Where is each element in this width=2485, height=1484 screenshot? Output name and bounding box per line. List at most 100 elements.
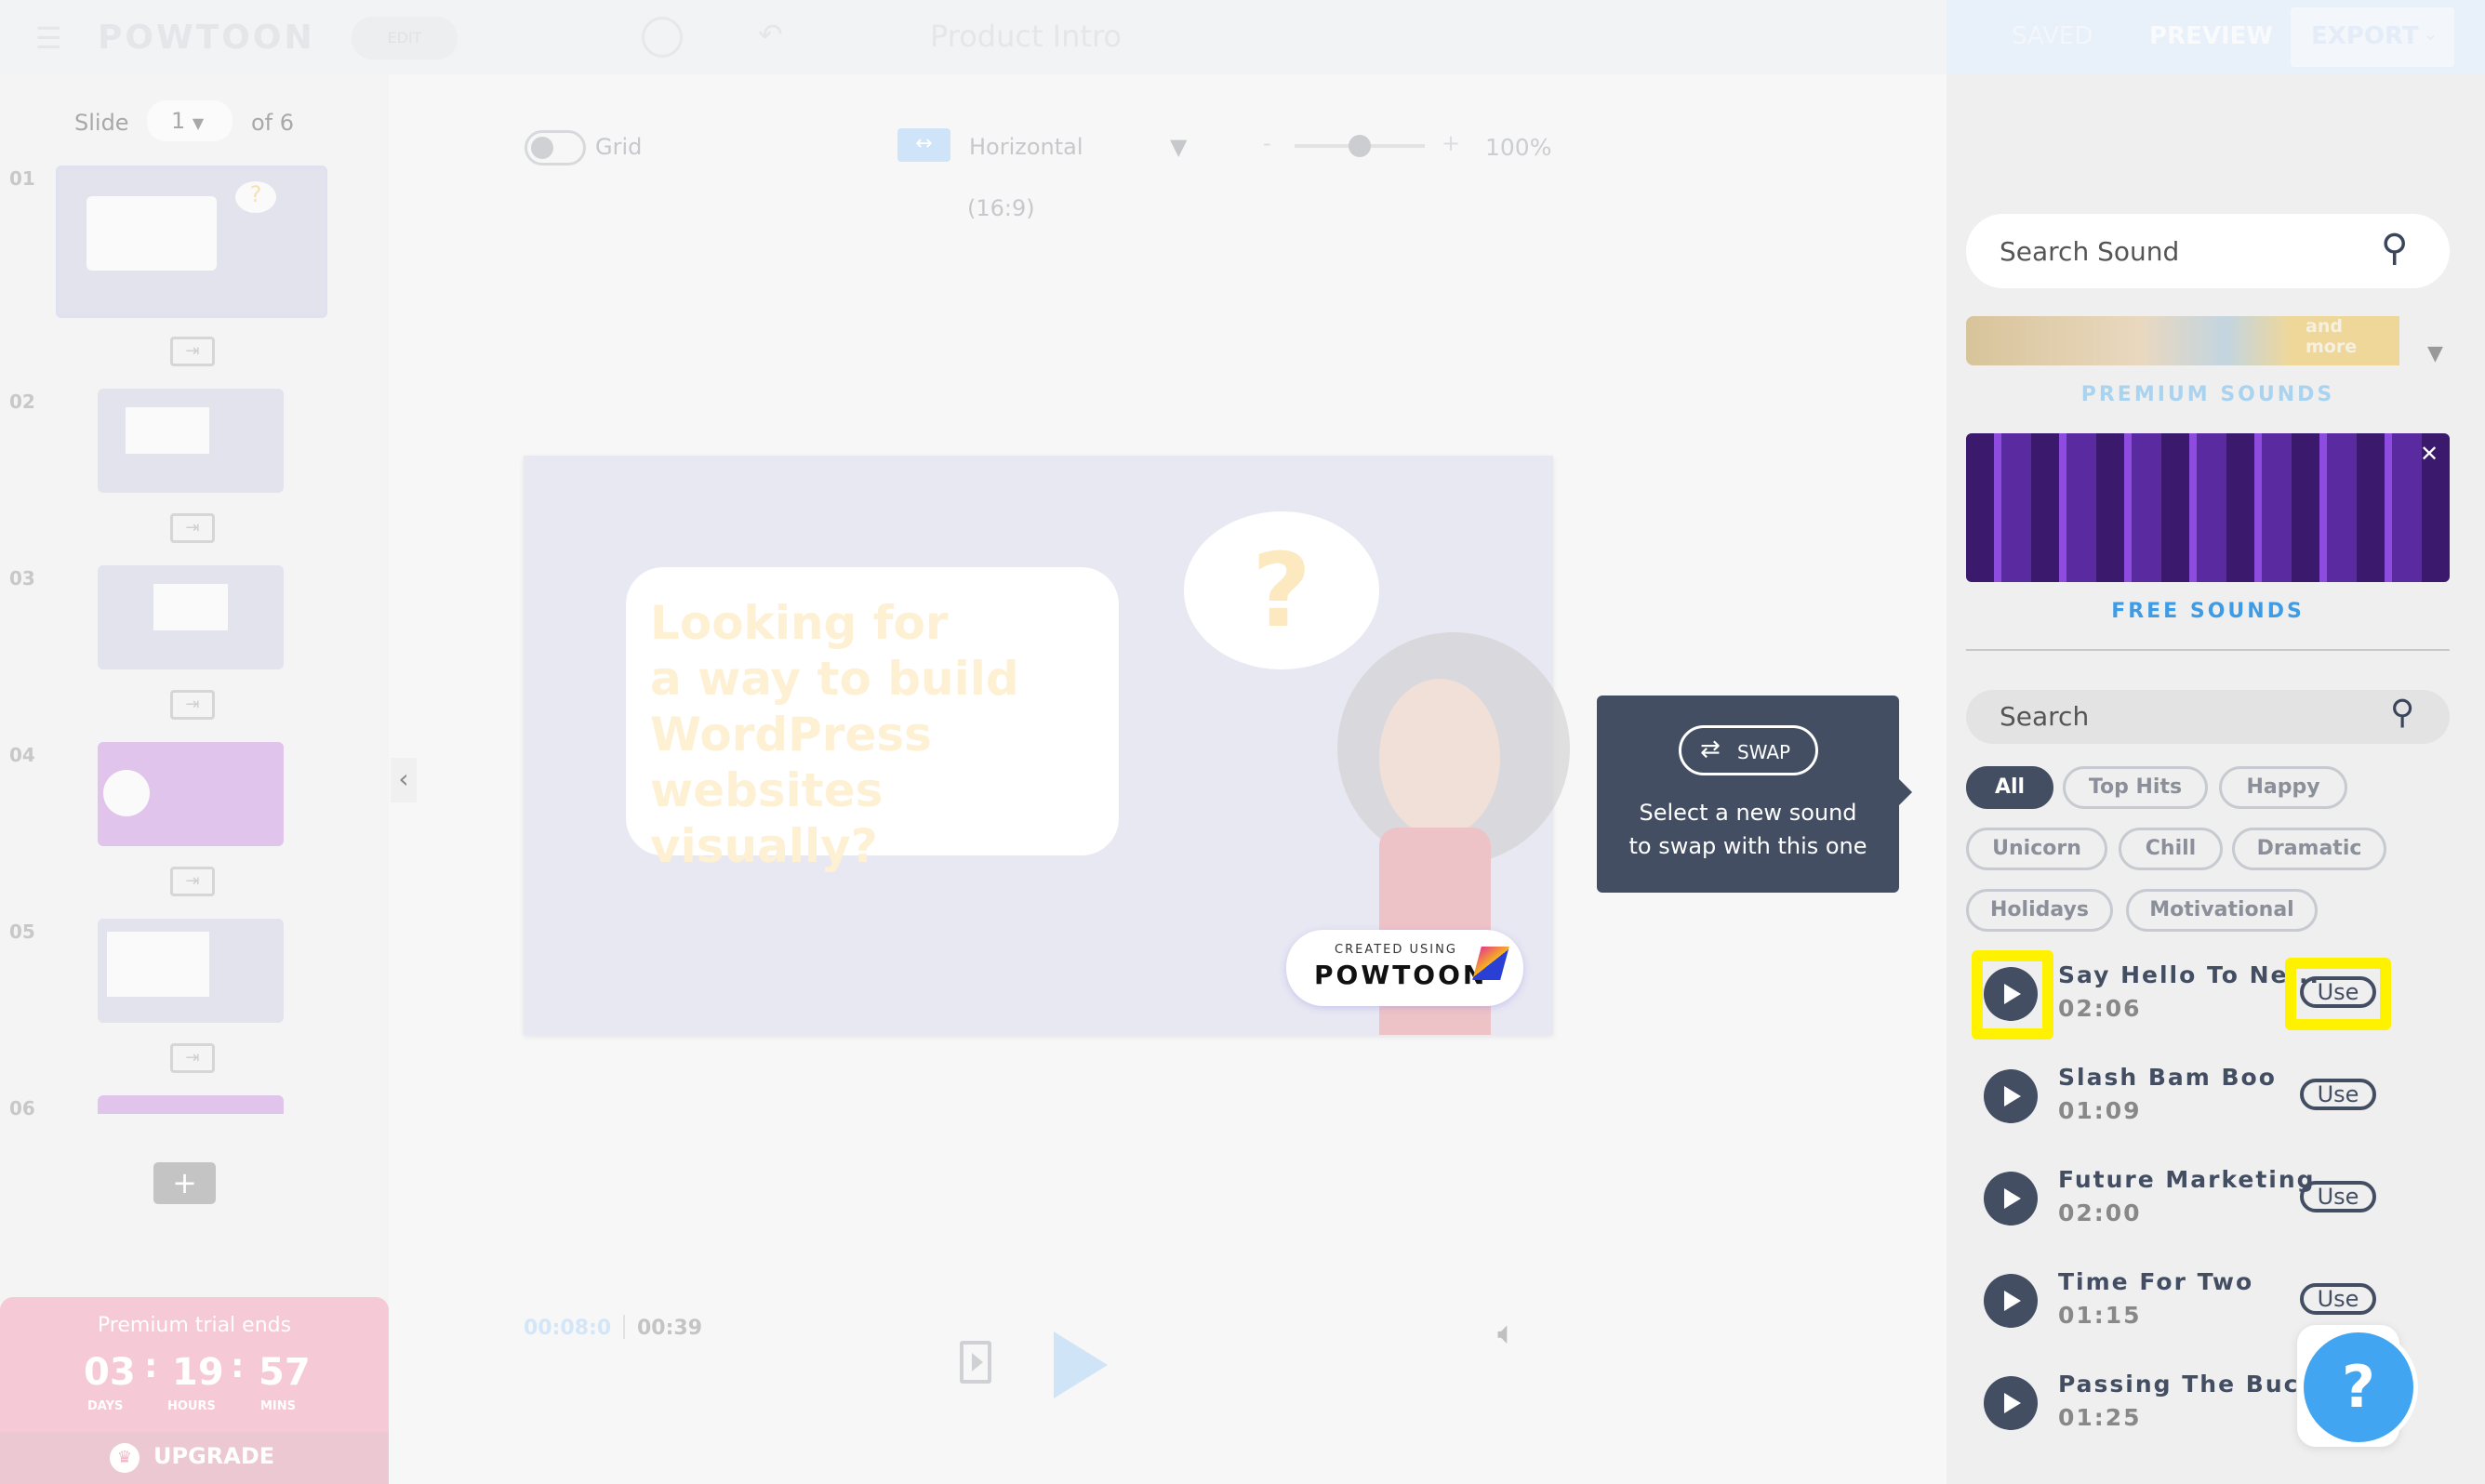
top-bar: ☰ POWTOON EDIT ↶ Product Intro bbox=[0, 0, 1947, 74]
hours-label: HOURS bbox=[167, 1399, 216, 1413]
play-icon[interactable] bbox=[1984, 1172, 2038, 1226]
sound-duration: 02:06 bbox=[2058, 995, 2142, 1022]
tag-happy[interactable]: Happy bbox=[2219, 766, 2347, 809]
swap-tooltip: ⇄ SWAP Select a new sound to swap with t… bbox=[1597, 696, 1912, 893]
slide-number: 03 bbox=[9, 567, 35, 590]
headline-line: websites visually? bbox=[650, 763, 884, 873]
edit-button[interactable]: EDIT bbox=[352, 17, 458, 60]
export-button[interactable]: EXPORT ⌄ bbox=[2291, 7, 2454, 67]
transition-icon[interactable]: ⇥ bbox=[170, 513, 215, 543]
play-icon[interactable] bbox=[1984, 1376, 2038, 1430]
transition-icon[interactable]: ⇥ bbox=[170, 867, 215, 896]
help-icon[interactable] bbox=[642, 17, 683, 58]
slide-thumb-2[interactable] bbox=[98, 389, 284, 493]
transition-icon[interactable]: ⇥ bbox=[170, 337, 215, 366]
transition-icon[interactable]: ⇥ bbox=[170, 1043, 215, 1073]
premium-banner[interactable]: and more bbox=[1966, 316, 2399, 365]
tooltip-text: to swap with this one bbox=[1628, 833, 1867, 859]
slide-thumb-1[interactable]: ? bbox=[56, 166, 327, 318]
separator: : bbox=[144, 1347, 158, 1385]
premium-sounds-label[interactable]: PREMIUM SOUNDS bbox=[1966, 383, 2450, 406]
highlight-use bbox=[2285, 958, 2391, 1030]
tooltip-text: Select a new sound bbox=[1639, 800, 1857, 826]
slide-number: 01 bbox=[9, 167, 35, 190]
slide-canvas[interactable]: Looking for a way to build WordPress web… bbox=[524, 456, 1570, 1035]
sound-title: Future Marketing bbox=[2058, 1166, 2316, 1193]
tag-chill[interactable]: Chill bbox=[2119, 828, 2223, 870]
zoom-slider-knob[interactable] bbox=[1349, 135, 1371, 157]
slide-select[interactable]: 1 ▼ bbox=[147, 100, 233, 141]
zoom-out-button[interactable]: - bbox=[1263, 130, 1271, 156]
grid-toggle[interactable] bbox=[525, 130, 586, 166]
search-icon[interactable]: ⚲ bbox=[2390, 694, 2414, 732]
trial-title: Premium trial ends bbox=[97, 1314, 292, 1337]
trial-days: 03 bbox=[84, 1351, 136, 1394]
tag-motivational[interactable]: Motivational bbox=[2126, 889, 2318, 932]
preview-button[interactable]: PREVIEW bbox=[2149, 22, 2273, 50]
sound-duration: 01:09 bbox=[2058, 1097, 2142, 1124]
use-button[interactable]: Use bbox=[2300, 1181, 2376, 1212]
tag-all[interactable]: All bbox=[1966, 766, 2053, 809]
separator: : bbox=[231, 1347, 245, 1385]
sound-duration: 02:00 bbox=[2058, 1199, 2142, 1226]
powtoon-badge: CREATED USING POWTOON bbox=[1286, 930, 1523, 1006]
caret-down-icon[interactable]: ▼ bbox=[1170, 134, 1187, 160]
search-input[interactable]: Search ⚲ bbox=[1966, 690, 2450, 744]
days-label: DAYS bbox=[87, 1399, 124, 1413]
badge-brand: POWTOON bbox=[1314, 960, 1488, 990]
zoom-slider[interactable] bbox=[1295, 135, 1425, 157]
upgrade-button[interactable]: ♛ UPGRADE bbox=[0, 1432, 389, 1484]
headline-box[interactable]: Looking for a way to build WordPress web… bbox=[626, 567, 1119, 873]
use-button[interactable]: Use bbox=[2300, 1283, 2376, 1315]
slide-number: 05 bbox=[9, 921, 35, 943]
trial-hours: 19 bbox=[172, 1351, 224, 1394]
tooltip-arrow bbox=[1899, 779, 1912, 805]
play-icon[interactable] bbox=[1984, 1069, 2038, 1123]
play-icon[interactable] bbox=[1984, 1274, 2038, 1328]
play-scene-button[interactable] bbox=[960, 1341, 991, 1384]
transition-icon[interactable]: ⇥ bbox=[170, 690, 215, 720]
play-button[interactable] bbox=[1054, 1332, 1108, 1398]
add-slide-button[interactable]: + bbox=[153, 1162, 216, 1204]
free-sounds-image[interactable]: ✕ bbox=[1966, 433, 2450, 582]
current-time: 00:08:0 bbox=[524, 1317, 612, 1340]
upgrade-label: UPGRADE bbox=[153, 1443, 275, 1469]
slide-thumb-3[interactable] bbox=[98, 565, 284, 669]
saved-status: SAVED bbox=[2012, 22, 2093, 50]
slide-thumb-4[interactable] bbox=[98, 742, 284, 846]
volume-icon[interactable]: 🔈︎ bbox=[1497, 1315, 1516, 1352]
slide-thumb-5[interactable] bbox=[98, 919, 284, 1023]
mins-label: MINS bbox=[260, 1399, 297, 1413]
sound-title: Time For Two bbox=[2058, 1268, 2254, 1295]
sound-item: Future Marketing 02:00 Use bbox=[1984, 1162, 2402, 1237]
tag-unicorn[interactable]: Unicorn bbox=[1966, 828, 2107, 870]
help-button[interactable]: ? bbox=[2299, 1328, 2418, 1447]
project-title[interactable]: Product Intro bbox=[930, 19, 1122, 54]
slide-thumb-6[interactable] bbox=[98, 1095, 284, 1114]
tag-dramatic[interactable]: Dramatic bbox=[2232, 828, 2386, 870]
search-placeholder: Search bbox=[2000, 701, 2090, 732]
search-placeholder: Search Sound bbox=[2000, 236, 2180, 267]
tag-holidays[interactable]: Holidays bbox=[1966, 889, 2113, 932]
caret-down-icon[interactable]: ▼ bbox=[2427, 342, 2443, 365]
search-icon[interactable]: ⚲ bbox=[2381, 227, 2408, 270]
search-sound-input[interactable]: Search Sound ⚲ bbox=[1966, 214, 2450, 288]
sound-duration: 01:25 bbox=[2058, 1404, 2142, 1431]
close-icon[interactable]: ✕ bbox=[2420, 441, 2438, 467]
free-sounds-label[interactable]: FREE SOUNDS bbox=[1966, 600, 2450, 623]
horizontal-icon: ↔ bbox=[897, 128, 950, 162]
swap-button[interactable]: ⇄ SWAP bbox=[1679, 725, 1818, 775]
divider bbox=[1966, 649, 2450, 651]
undo-icon[interactable]: ↶ bbox=[758, 17, 783, 52]
trial-mins: 57 bbox=[259, 1351, 311, 1394]
collapse-panel-button[interactable]: ‹ bbox=[391, 758, 417, 802]
menu-icon[interactable]: ☰ bbox=[35, 20, 62, 56]
tag-top-hits[interactable]: Top Hits bbox=[2063, 766, 2208, 809]
swap-label: SWAP bbox=[1737, 741, 1791, 763]
use-button[interactable]: Use bbox=[2300, 1079, 2376, 1110]
orientation-select[interactable]: Horizontal bbox=[969, 134, 1083, 160]
slide-number: 02 bbox=[9, 391, 35, 413]
zoom-in-button[interactable]: + bbox=[1442, 130, 1460, 156]
sound-item: Slash Bam Boo 01:09 Use bbox=[1984, 1060, 2402, 1134]
banner-text: and more bbox=[2306, 316, 2358, 357]
